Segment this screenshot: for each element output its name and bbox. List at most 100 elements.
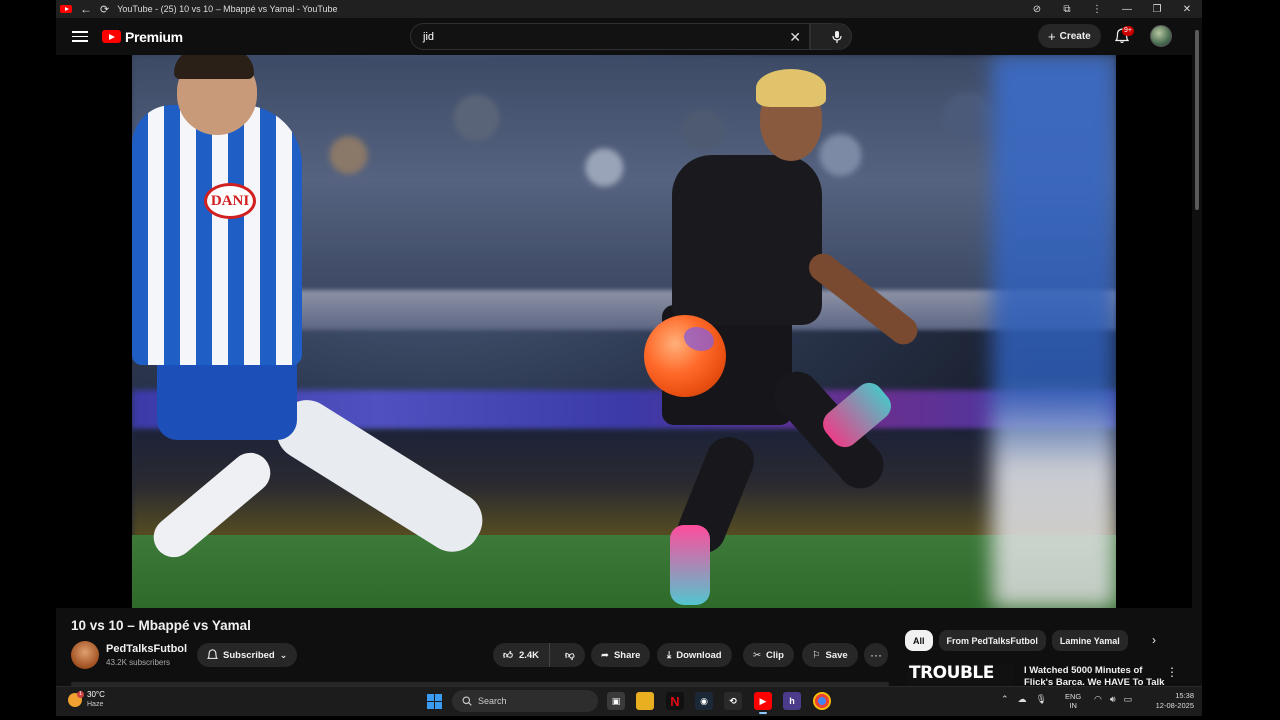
search-input[interactable]: jid ✕ bbox=[410, 23, 810, 50]
language-indicator[interactable]: ENG IN bbox=[1065, 692, 1081, 710]
microphone-icon[interactable]: 🎙︎ bbox=[1036, 694, 1047, 705]
more-vert-icon[interactable]: ⋮ bbox=[1082, 0, 1112, 18]
weather-badge: 1 bbox=[77, 690, 84, 698]
sponsor-logo: DANI bbox=[204, 183, 256, 219]
forward-boot bbox=[670, 525, 710, 605]
video-frame[interactable]: DANI bbox=[132, 55, 1116, 608]
youtube-favicon-icon bbox=[60, 5, 72, 13]
search-icon bbox=[462, 696, 472, 706]
football bbox=[644, 315, 726, 397]
cloud-icon[interactable]: ☁ bbox=[1018, 694, 1027, 705]
quick-settings[interactable]: ◠ 🔊︎ ▭ bbox=[1094, 694, 1132, 705]
youtube-header: Premium jid ✕ + Create 9+ bbox=[56, 18, 1202, 55]
region-code: IN bbox=[1069, 701, 1077, 710]
voice-search-button[interactable] bbox=[823, 23, 850, 50]
youtube-logo-icon bbox=[102, 30, 121, 43]
clock-time: 15:38 bbox=[1175, 691, 1194, 700]
download-button[interactable]: ⤓ Download bbox=[657, 643, 732, 667]
clock[interactable]: 15:38 12-08-2025 bbox=[1146, 691, 1194, 711]
clip-button[interactable]: ✂ Clip bbox=[743, 643, 794, 667]
bell-icon bbox=[207, 649, 218, 659]
youtube-logo[interactable]: Premium bbox=[102, 29, 183, 45]
video-title: 10 vs 10 – Mbappé vs Yamal bbox=[71, 618, 251, 633]
taskbar-search-placeholder: Search bbox=[478, 696, 507, 706]
like-button[interactable]: 👍︎ 2.4K bbox=[493, 643, 551, 667]
weather-widget[interactable]: 1 30°C Haze bbox=[68, 690, 105, 709]
account-avatar[interactable] bbox=[1150, 25, 1172, 47]
steam-icon[interactable]: ◉ bbox=[695, 692, 713, 710]
netflix-icon[interactable]: N bbox=[666, 692, 684, 710]
weather-temperature: 30°C bbox=[87, 690, 105, 699]
recommendation-thumbnail[interactable]: TROUBLE bbox=[907, 663, 1013, 686]
thumbs-up-icon: 👍︎ bbox=[503, 650, 513, 661]
weather-sun-icon: 1 bbox=[68, 690, 84, 707]
system-tray: ⌃ ☁ 🎙︎ bbox=[1001, 694, 1047, 705]
pitch bbox=[132, 535, 1116, 608]
clip-label: Clip bbox=[765, 649, 784, 661]
bookmark-icon: ⚐ bbox=[812, 649, 821, 661]
chrome-icon[interactable] bbox=[813, 692, 831, 710]
like-dislike-group: 👍︎ 2.4K 👎︎ bbox=[493, 643, 585, 667]
start-button[interactable] bbox=[427, 694, 442, 709]
scrollbar-thumb[interactable] bbox=[1195, 30, 1199, 210]
tab-title: YouTube - (25) 10 vs 10 – Mbappé vs Yama… bbox=[117, 4, 338, 14]
clear-search-icon[interactable]: ✕ bbox=[789, 29, 801, 46]
subscribed-button[interactable]: Subscribed ⌄ bbox=[197, 643, 298, 667]
dislike-button[interactable]: 👎︎ bbox=[555, 643, 585, 667]
channel-avatar[interactable] bbox=[71, 641, 99, 669]
share-button[interactable]: ➦ Share bbox=[591, 643, 651, 667]
youtube-taskbar-icon[interactable]: ▶ bbox=[754, 692, 772, 714]
create-label: Create bbox=[1059, 30, 1091, 42]
recommendation-title[interactable]: I Watched 5000 Minutes of Flick's Barca.… bbox=[1024, 665, 1169, 686]
chip-all[interactable]: All bbox=[905, 630, 933, 651]
share-label: Share bbox=[613, 649, 641, 661]
language-code: ENG bbox=[1065, 692, 1082, 701]
subscribed-label: Subscribed bbox=[223, 649, 275, 661]
channel-name[interactable]: PedTalksFutbol bbox=[106, 643, 187, 655]
recommendation-menu-icon[interactable]: ⋮ bbox=[1166, 665, 1178, 679]
restore-button[interactable]: ❐ bbox=[1142, 0, 1172, 18]
create-button[interactable]: + Create bbox=[1038, 24, 1101, 48]
defender-jersey bbox=[132, 105, 302, 365]
close-button[interactable]: ✕ bbox=[1172, 0, 1202, 18]
title-bar: ← ⟳ YouTube - (25) 10 vs 10 – Mbappé vs … bbox=[56, 0, 1202, 18]
thumbs-down-icon: 👎︎ bbox=[565, 650, 575, 661]
more-actions-button[interactable]: ··· bbox=[864, 643, 888, 667]
related-filter-chips: All From PedTalksFutbol Lamine Yamal bbox=[905, 630, 1128, 651]
chevron-right-icon[interactable]: › bbox=[1152, 633, 1156, 647]
share-icon: ➦ bbox=[601, 649, 609, 661]
thumbnail-text: TROUBLE bbox=[909, 663, 994, 683]
blurred-foreground-player bbox=[992, 55, 1116, 608]
clock-date: 12-08-2025 bbox=[1155, 701, 1194, 710]
plus-icon: + bbox=[1048, 28, 1056, 44]
save-button[interactable]: ⚐ Save bbox=[802, 643, 858, 667]
reload-icon[interactable]: ⟳ bbox=[100, 3, 109, 16]
hive-app-icon[interactable]: h bbox=[783, 692, 801, 710]
forward-jersey bbox=[672, 155, 822, 325]
minimize-button[interactable]: — bbox=[1112, 0, 1142, 18]
chip-lamine-yamal[interactable]: Lamine Yamal bbox=[1051, 630, 1128, 651]
file-explorer-icon[interactable] bbox=[636, 692, 654, 710]
eye-off-icon[interactable]: ⊘ bbox=[1022, 0, 1052, 18]
back-icon[interactable]: ← bbox=[80, 2, 92, 16]
volume-icon: 🔊︎ bbox=[1109, 694, 1116, 704]
download-icon: ⤓ bbox=[667, 649, 672, 661]
activity-icon[interactable]: ⟲ bbox=[724, 692, 742, 710]
video-player[interactable]: DANI bbox=[56, 55, 1192, 608]
logo-text: Premium bbox=[125, 28, 183, 45]
chevron-down-icon: ⌄ bbox=[279, 649, 288, 660]
chevron-up-icon[interactable]: ⌃ bbox=[1001, 694, 1009, 705]
download-label: Download bbox=[676, 649, 722, 661]
chip-from-channel[interactable]: From PedTalksFutbol bbox=[938, 630, 1046, 651]
menu-icon[interactable] bbox=[72, 31, 88, 42]
battery-icon: ▭ bbox=[1123, 694, 1133, 704]
defender-hair bbox=[174, 55, 254, 79]
lower-stands bbox=[132, 430, 1116, 540]
mic-icon bbox=[831, 30, 842, 43]
like-count: 2.4K bbox=[518, 649, 540, 661]
search-value: jid bbox=[423, 30, 435, 43]
task-view-icon[interactable]: ▣ bbox=[607, 692, 625, 710]
taskbar-search[interactable]: Search bbox=[452, 690, 598, 712]
windows-taskbar: 1 30°C Haze Search ▣ N ◉ ⟲ ▶ h ⌃ ☁ 🎙︎ EN… bbox=[56, 686, 1202, 716]
extensions-icon[interactable]: ⧉ bbox=[1052, 0, 1082, 18]
